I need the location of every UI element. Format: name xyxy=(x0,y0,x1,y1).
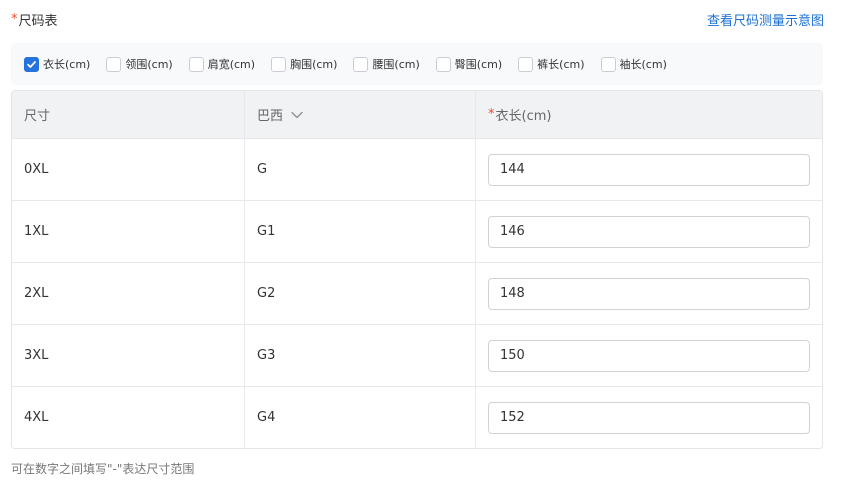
measurement-options-bar: 衣长(cm) 领围(cm) 肩宽(cm) 胸围(cm) 腰围(cm) 臀围(cm… xyxy=(11,43,823,85)
length-input[interactable] xyxy=(488,401,810,434)
size-range-hint: 可在数字之间填写"-"表达尺寸范围 xyxy=(11,462,195,476)
view-measurement-guide-link[interactable]: 查看尺码测量示意图 xyxy=(707,10,824,29)
measure-option-chest[interactable]: 胸围(cm) xyxy=(271,56,337,72)
measure-option-sleeve[interactable]: 袖长(cm) xyxy=(600,56,667,72)
column-header-size: 尺寸 xyxy=(12,91,244,138)
length-cell xyxy=(475,325,822,386)
region-size-cell: G3 xyxy=(244,325,475,386)
table-row: 1XL G1 xyxy=(12,200,822,262)
checkbox[interactable] xyxy=(271,56,287,72)
table-row: 2XL G2 xyxy=(12,262,822,324)
region-size-cell: G2 xyxy=(244,263,475,324)
length-cell xyxy=(475,201,822,262)
size-chart-table: 尺寸 巴西 * 衣长(cm) 0XL G 1XL G1 2XL G2 xyxy=(11,90,823,449)
length-cell xyxy=(475,387,822,448)
length-input[interactable] xyxy=(488,277,810,310)
checkbox-checked[interactable] xyxy=(24,56,39,72)
required-mark: * xyxy=(488,107,495,122)
size-cell: 2XL xyxy=(24,286,49,301)
measure-option-label: 领围(cm) xyxy=(125,58,173,71)
checkbox[interactable] xyxy=(353,56,369,72)
measure-option-label: 胸围(cm) xyxy=(290,58,338,71)
checkmark-icon xyxy=(27,60,36,68)
checkbox[interactable] xyxy=(188,56,204,72)
measure-option-label: 袖长(cm) xyxy=(619,58,667,71)
column-header-region[interactable]: 巴西 xyxy=(244,91,475,138)
measure-option-hip[interactable]: 臀围(cm) xyxy=(435,56,503,72)
checkbox[interactable] xyxy=(600,56,616,72)
column-header-label: 衣长(cm) xyxy=(495,109,552,124)
size-chart-header: * 尺码表 查看尺码测量示意图 xyxy=(11,9,824,29)
region-size-cell: G4 xyxy=(244,387,475,448)
length-input[interactable] xyxy=(488,153,810,186)
chevron-down-icon[interactable] xyxy=(291,111,303,119)
length-input[interactable] xyxy=(488,215,810,248)
length-cell xyxy=(475,139,822,200)
table-row: 3XL G3 xyxy=(12,324,822,386)
checkbox[interactable] xyxy=(518,56,534,72)
column-header-length: * 衣长(cm) xyxy=(475,91,822,138)
measure-option-neck[interactable]: 领围(cm) xyxy=(106,56,173,72)
measure-option-label: 臀围(cm) xyxy=(454,58,503,71)
size-cell: 0XL xyxy=(24,162,49,177)
region-size-cell: G1 xyxy=(244,201,475,262)
measure-option-label: 裤长(cm) xyxy=(537,58,585,71)
section-title-text: 尺码表 xyxy=(18,13,58,29)
size-cell: 3XL xyxy=(24,348,49,363)
measure-option-length[interactable]: 衣长(cm) xyxy=(24,56,90,72)
section-title: * 尺码表 xyxy=(11,10,58,29)
size-cell: 1XL xyxy=(24,224,49,239)
table-row: 4XL G4 xyxy=(12,386,822,448)
required-mark: * xyxy=(11,11,18,27)
measure-option-label: 腰围(cm) xyxy=(372,58,420,71)
checkbox[interactable] xyxy=(435,56,451,72)
measure-option-waist[interactable]: 腰围(cm) xyxy=(353,56,420,72)
column-header-label: 尺寸 xyxy=(24,109,51,124)
region-size-cell: G xyxy=(244,139,475,200)
column-header-label: 巴西 xyxy=(257,109,284,124)
table-row: 0XL G xyxy=(12,138,822,200)
length-cell xyxy=(475,263,822,324)
table-header-row: 尺寸 巴西 * 衣长(cm) xyxy=(12,91,822,138)
measure-option-label: 衣长(cm) xyxy=(43,58,91,71)
checkbox[interactable] xyxy=(106,56,122,72)
size-cell: 4XL xyxy=(24,410,49,425)
length-input[interactable] xyxy=(488,339,810,372)
measure-option-pants-length[interactable]: 裤长(cm) xyxy=(518,56,585,72)
measure-option-shoulder[interactable]: 肩宽(cm) xyxy=(188,56,256,72)
measure-option-label: 肩宽(cm) xyxy=(207,58,256,71)
